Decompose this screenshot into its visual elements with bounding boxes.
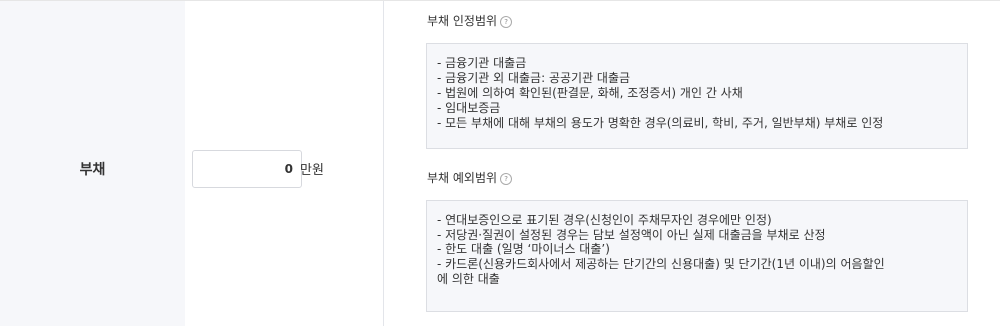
list-item: - 카드론(신용카드회사에서 제공하는 단기간의 신용대출) 및 단기간(1년 … bbox=[437, 257, 885, 272]
help-circle-icon[interactable]: ? bbox=[500, 173, 513, 185]
list-item: 에 의한 대출 bbox=[437, 271, 500, 286]
row-label-cell: 부채 bbox=[0, 1, 185, 326]
debt-row: 부채 만원 부채 인정범위? - 금융기관 대출금 - 금융기관 외 대출금: … bbox=[0, 0, 1000, 326]
recognized-range-title: 부채 인정범위? bbox=[427, 12, 513, 29]
list-item: - 금융기관 외 대출금: 공공기관 대출금 bbox=[437, 71, 631, 85]
unit-label: 만원 bbox=[300, 163, 324, 178]
excluded-range-title: 부채 예외범위? bbox=[427, 169, 513, 186]
list-item: - 저당권·질권이 설정된 경우는 담보 설정액이 아닌 실제 대출금을 부채로… bbox=[437, 227, 826, 242]
debt-amount-input[interactable] bbox=[192, 150, 302, 188]
recognized-range-box: - 금융기관 대출금 - 금융기관 외 대출금: 공공기관 대출금 - 법원에 … bbox=[426, 43, 968, 149]
column-divider bbox=[383, 1, 384, 326]
excluded-range-box: - 연대보증인으로 표기된 경우(신청인이 주채무자인 경우에만 인정) - 저… bbox=[426, 200, 968, 312]
row-label: 부채 bbox=[79, 162, 106, 178]
help-circle-icon[interactable]: ? bbox=[500, 16, 513, 28]
list-item: - 모든 부채에 대해 부채의 용도가 명확한 경우(의료비, 학비, 주거, … bbox=[437, 116, 884, 130]
list-item: - 연대보증인으로 표기된 경우(신청인이 주채무자인 경우에만 인정) bbox=[437, 213, 772, 227]
excluded-range-title-text: 부채 예외범위 bbox=[427, 171, 498, 185]
list-item: - 금융기관 대출금 bbox=[437, 56, 527, 70]
recognized-range-title-text: 부채 인정범위 bbox=[427, 14, 498, 28]
list-item: - 임대보증금 bbox=[437, 101, 501, 115]
list-item: - 한도 대출 (일명 ‘마이너스 대출’) bbox=[437, 242, 610, 257]
list-item: - 법원에 의하여 확인된(판결문, 화해, 조정증서) 개인 간 사채 bbox=[437, 86, 743, 100]
